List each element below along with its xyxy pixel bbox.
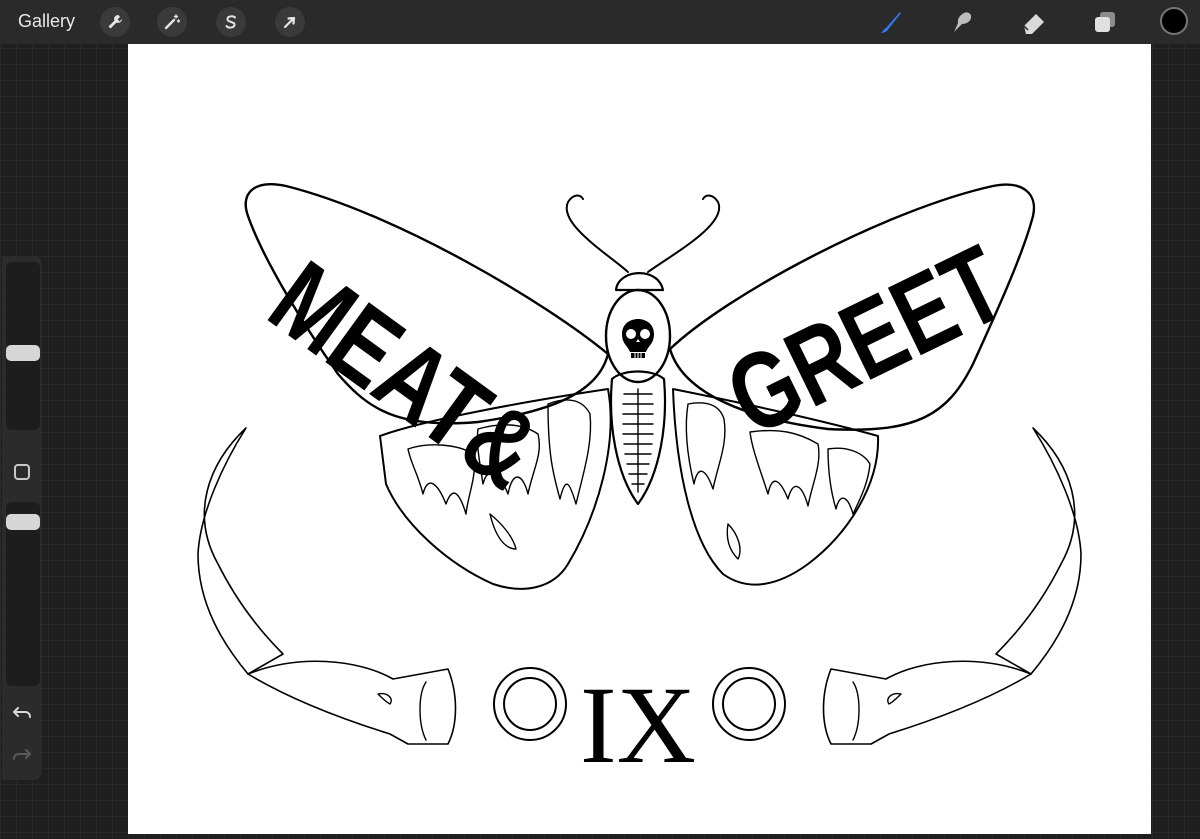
moth-artwork: MEAT& GREET IX [197, 183, 1082, 786]
redo-icon[interactable] [11, 744, 33, 766]
color-picker-swatch[interactable] [1160, 7, 1188, 35]
brush-size-slider[interactable] [6, 262, 40, 430]
left-sidebar [2, 256, 42, 780]
brush-size-handle[interactable] [6, 345, 40, 362]
square-modifier-icon[interactable] [14, 464, 30, 480]
gallery-button[interactable]: Gallery [18, 11, 75, 32]
undo-icon[interactable] [11, 702, 33, 724]
top-toolbar: Gallery [0, 0, 1200, 44]
spine-segments [622, 388, 654, 493]
drawing-canvas[interactable]: MEAT& GREET IX [128, 44, 1151, 834]
brush-icon[interactable] [876, 8, 904, 36]
left-claw [197, 427, 284, 675]
smudge-finger-icon[interactable] [948, 8, 976, 36]
opacity-slider[interactable] [6, 502, 40, 686]
roman-numeral: IX [580, 664, 696, 786]
layers-icon[interactable] [1091, 8, 1119, 36]
opacity-handle[interactable] [6, 514, 40, 530]
selection-s-icon[interactable] [216, 7, 246, 37]
right-wing-lettering: GREET [709, 222, 1023, 459]
left-wing-lettering: MEAT& [249, 238, 562, 511]
eraser-icon[interactable] [1020, 8, 1048, 36]
arrow-cursor-icon[interactable] [275, 7, 305, 37]
moth-head [614, 272, 665, 292]
magic-wand-icon[interactable] [157, 7, 187, 37]
wrench-icon[interactable] [100, 7, 130, 37]
right-claw [995, 427, 1082, 675]
skull-icon [622, 319, 654, 358]
